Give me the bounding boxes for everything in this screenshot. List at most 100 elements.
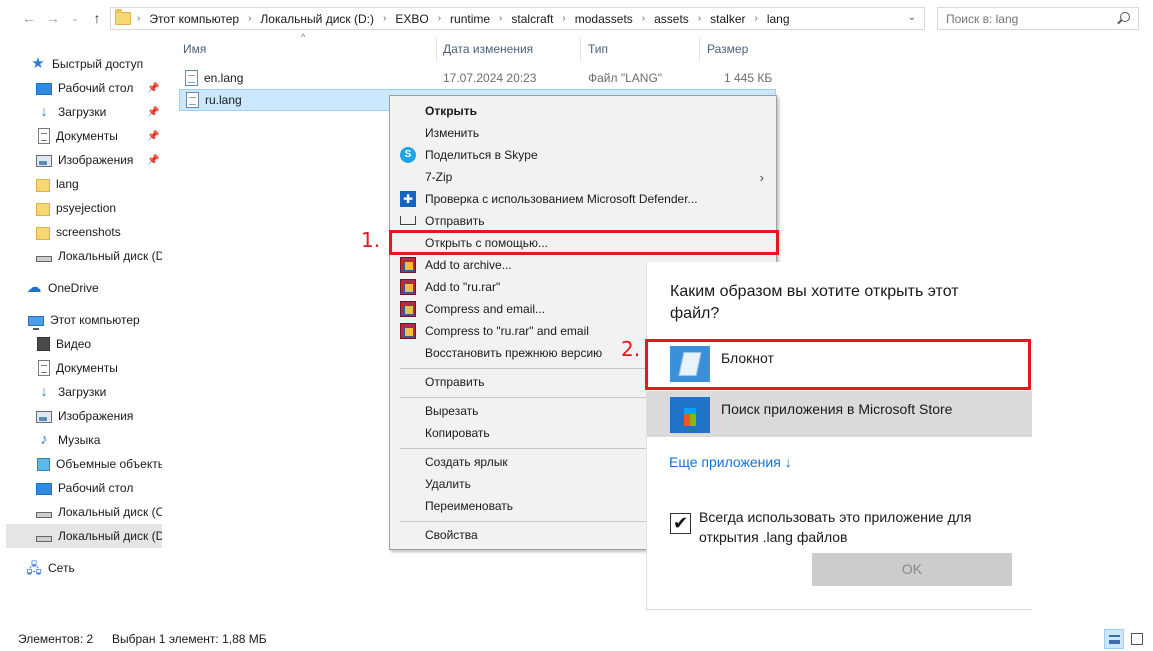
sidebar-item-lang[interactable]: lang bbox=[0, 172, 162, 196]
ok-button[interactable]: OK bbox=[812, 553, 1012, 586]
app-option-microsoft-store[interactable]: Поиск приложения в Microsoft Store bbox=[647, 391, 1032, 437]
details-view-icon bbox=[1109, 635, 1120, 644]
sidebar-item-screenshots[interactable]: screenshots bbox=[0, 220, 162, 244]
sidebar-item-disk-c[interactable]: Локальный диск (C bbox=[0, 500, 162, 524]
column-header-size[interactable]: Размер bbox=[707, 42, 748, 56]
sidebar-item-label: screenshots bbox=[56, 225, 121, 239]
breadcrumb-lang[interactable]: lang bbox=[767, 12, 790, 26]
sidebar-item-label: Локальный диск (D bbox=[58, 249, 162, 263]
chevron-right-icon[interactable]: › bbox=[755, 13, 758, 24]
chevron-right-icon[interactable]: › bbox=[698, 13, 701, 24]
column-header-name[interactable]: Имя bbox=[183, 42, 206, 56]
sidebar-item-disk-d-quick[interactable]: Локальный диск (D bbox=[0, 244, 162, 268]
skype-icon: S bbox=[400, 147, 416, 163]
dialog-divider bbox=[647, 609, 1032, 610]
breadcrumb-runtime[interactable]: runtime bbox=[450, 12, 490, 26]
column-header-type[interactable]: Тип bbox=[588, 42, 608, 56]
sidebar-item-pictures-pc[interactable]: Изображения bbox=[0, 404, 162, 428]
computer-icon bbox=[28, 315, 44, 330]
sidebar-item-music[interactable]: ♪ Музыка bbox=[0, 428, 162, 452]
chevron-right-icon[interactable]: › bbox=[137, 13, 140, 24]
menu-item-open[interactable]: Открыть bbox=[390, 100, 776, 122]
menu-item-defender-scan[interactable]: ✚ Проверка с использованием Microsoft De… bbox=[390, 188, 776, 210]
breadcrumb-disk-d[interactable]: Локальный диск (D:) bbox=[260, 12, 374, 26]
sidebar-item-downloads-pc[interactable]: ↓ Загрузки bbox=[0, 380, 162, 404]
forward-arrow-icon[interactable]: → bbox=[46, 10, 60, 26]
sidebar-item-label: Сеть bbox=[48, 561, 75, 575]
column-header-date[interactable]: Дата изменения bbox=[443, 42, 533, 56]
app-option-label: Поиск приложения в Microsoft Store bbox=[721, 401, 953, 417]
column-divider[interactable] bbox=[580, 38, 581, 62]
video-icon bbox=[37, 337, 50, 351]
pin-icon: 📌 bbox=[147, 82, 160, 94]
recent-dropdown-icon[interactable]: ⌄ bbox=[68, 10, 82, 26]
sidebar-item-desktop[interactable]: Рабочий стол 📌 bbox=[0, 76, 162, 100]
chevron-right-icon[interactable]: › bbox=[438, 13, 441, 24]
sidebar-item-label: Объемные объекты bbox=[56, 457, 162, 471]
sidebar-item-downloads[interactable]: ↓ Загрузки 📌 bbox=[0, 100, 162, 124]
sidebar-item-network[interactable]: 🖧 Сеть bbox=[0, 556, 162, 580]
sidebar-item-documents-pc[interactable]: Документы bbox=[0, 356, 162, 380]
drive-icon bbox=[36, 256, 52, 262]
file-row-en-lang[interactable]: en.lang 17.07.2024 20:23 Файл "LANG" 1 4… bbox=[179, 67, 776, 89]
sidebar-item-video[interactable]: Видео bbox=[0, 332, 162, 356]
breadcrumb-stalcraft[interactable]: stalcraft bbox=[511, 12, 553, 26]
selection-info: Выбран 1 элемент: 1,88 МБ bbox=[112, 632, 267, 646]
menu-item-edit[interactable]: Изменить bbox=[390, 122, 776, 144]
sidebar-item-pictures[interactable]: Изображения 📌 bbox=[0, 148, 162, 172]
sidebar-item-label: Загрузки bbox=[58, 105, 107, 119]
sidebar-item-label: Быстрый доступ bbox=[52, 57, 144, 71]
breadcrumb-assets[interactable]: assets bbox=[654, 12, 689, 26]
file-icon bbox=[186, 92, 199, 108]
always-use-checkbox[interactable]: ✔ bbox=[670, 513, 691, 534]
breadcrumb-modassets[interactable]: modassets bbox=[575, 12, 633, 26]
file-icon bbox=[185, 70, 198, 86]
menu-item-label: Add to "ru.rar" bbox=[425, 280, 501, 294]
address-bar[interactable]: › Этот компьютер › Локальный диск (D:) ›… bbox=[110, 7, 925, 30]
details-view-button[interactable] bbox=[1104, 629, 1124, 649]
store-icon bbox=[670, 397, 710, 433]
menu-item-label: Отправить bbox=[425, 375, 485, 389]
breadcrumb-exbo[interactable]: EXBO bbox=[395, 12, 428, 26]
chevron-right-icon[interactable]: › bbox=[499, 13, 502, 24]
winrar-icon bbox=[400, 323, 416, 339]
address-row: ← → ⌄ ↑ › Этот компьютер › Локальный дис… bbox=[0, 0, 1153, 38]
sidebar-item-this-pc[interactable]: Этот компьютер bbox=[0, 308, 162, 332]
menu-item-send[interactable]: Отправить bbox=[390, 210, 776, 232]
search-icon bbox=[1120, 12, 1130, 22]
chevron-right-icon[interactable]: › bbox=[248, 13, 251, 24]
breadcrumb-this-pc[interactable]: Этот компьютер bbox=[149, 12, 239, 26]
search-input[interactable] bbox=[946, 12, 1116, 26]
sidebar-item-label: Загрузки bbox=[58, 385, 107, 399]
sidebar-item-onedrive[interactable]: ☁ OneDrive bbox=[0, 276, 162, 300]
pictures-icon bbox=[36, 411, 52, 423]
large-icons-view-button[interactable] bbox=[1127, 629, 1147, 649]
menu-item-share-skype[interactable]: S Поделиться в Skype bbox=[390, 144, 776, 166]
music-icon: ♪ bbox=[40, 431, 48, 448]
chevron-right-icon[interactable]: › bbox=[562, 13, 565, 24]
menu-item-7zip[interactable]: 7-Zip › bbox=[390, 166, 776, 188]
up-arrow-icon[interactable]: ↑ bbox=[90, 10, 104, 26]
menu-item-label: 7-Zip bbox=[425, 170, 453, 184]
highlight-open-with bbox=[389, 230, 779, 255]
sidebar-item-quick-access[interactable]: ★ Быстрый доступ bbox=[0, 52, 162, 76]
more-apps-link[interactable]: Еще приложения ↓ bbox=[669, 454, 792, 470]
column-divider[interactable] bbox=[699, 38, 700, 62]
sidebar-item-disk-d[interactable]: Локальный диск (D bbox=[6, 524, 162, 548]
menu-item-label: Создать ярлык bbox=[425, 455, 508, 469]
chevron-right-icon[interactable]: › bbox=[642, 13, 645, 24]
search-box[interactable] bbox=[937, 7, 1139, 30]
back-arrow-icon[interactable]: ← bbox=[22, 10, 36, 26]
sidebar-item-psyejection[interactable]: psyejection bbox=[0, 196, 162, 220]
sidebar-item-desktop-pc[interactable]: Рабочий стол bbox=[0, 476, 162, 500]
sidebar-item-label: Документы bbox=[56, 129, 118, 143]
column-divider[interactable] bbox=[436, 38, 437, 62]
breadcrumb-stalker[interactable]: stalker bbox=[710, 12, 745, 26]
address-dropdown-icon[interactable]: ⌄ bbox=[908, 12, 916, 23]
desktop-icon bbox=[36, 83, 52, 95]
large-icons-view-icon bbox=[1131, 633, 1143, 645]
sidebar-item-documents[interactable]: Документы 📌 bbox=[0, 124, 162, 148]
sidebar-item-3d-objects[interactable]: Объемные объекты bbox=[0, 452, 162, 476]
chevron-right-icon[interactable]: › bbox=[383, 13, 386, 24]
folder-icon bbox=[36, 178, 50, 192]
